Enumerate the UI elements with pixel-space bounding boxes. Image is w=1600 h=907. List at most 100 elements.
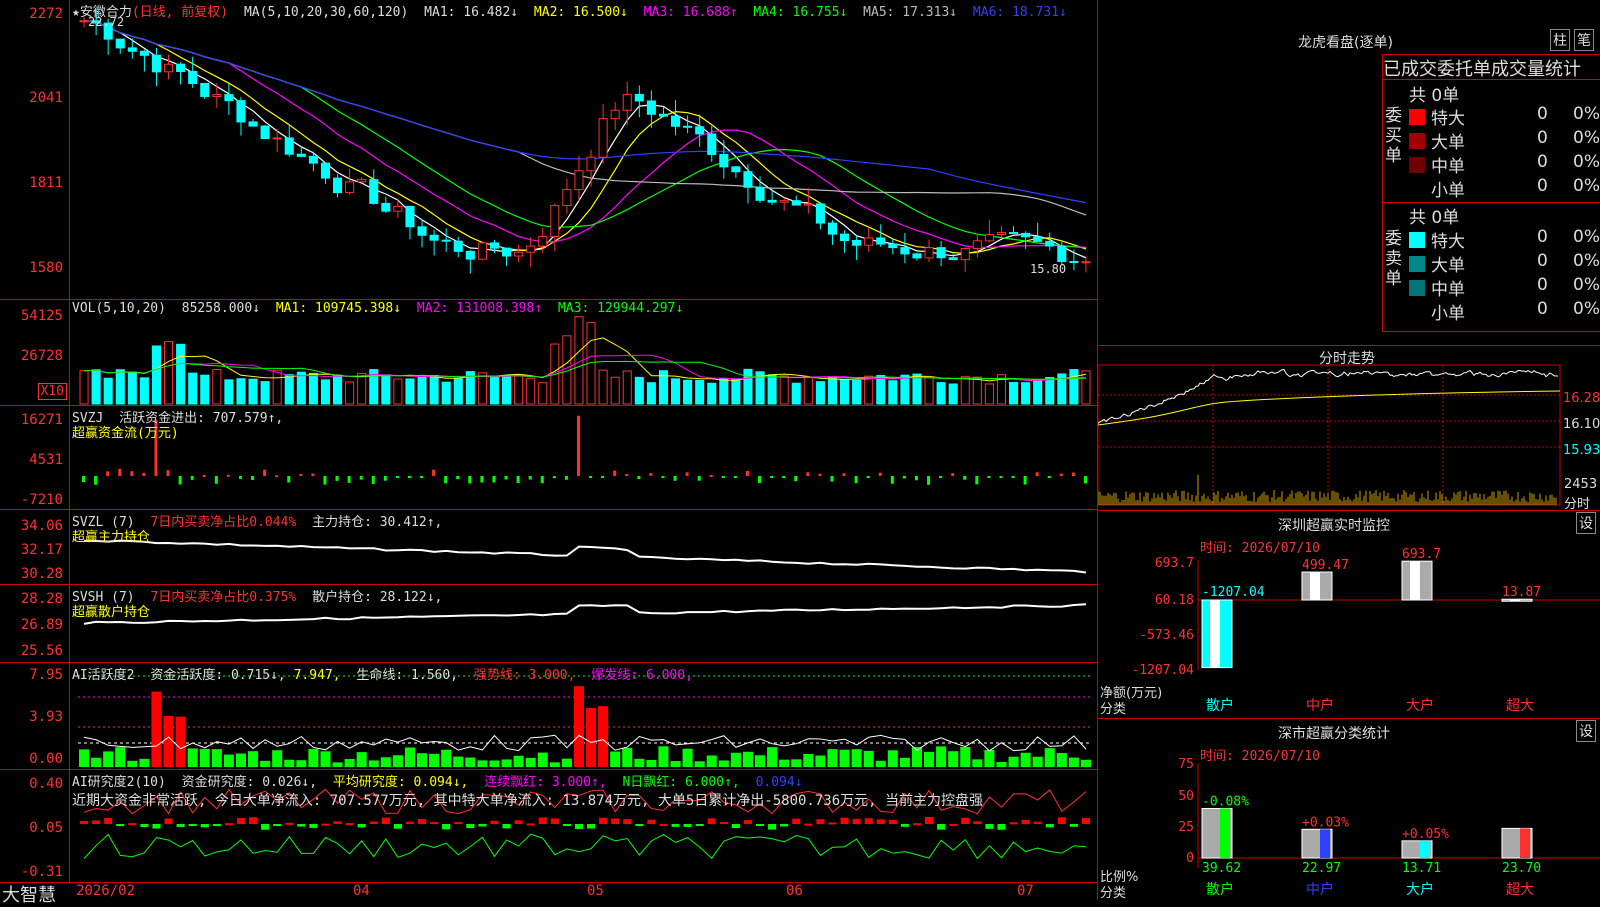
- candle-body: [441, 239, 451, 242]
- volume-bar: [164, 341, 174, 405]
- ai-activity-panel[interactable]: 7.95 3.93 0.00 AI活跃度2 资金活跃度: 0.715↓, 7.9…: [0, 663, 1098, 770]
- research-bar: [224, 823, 233, 826]
- ai1-value2: 7.947,: [293, 668, 341, 683]
- candle-body: [755, 186, 765, 201]
- flow-bar: [794, 476, 798, 482]
- flow-bar: [818, 473, 822, 476]
- research-bar: [743, 820, 752, 824]
- flow-bar: [649, 472, 653, 476]
- ai2-nred: N日飘红: 6.000↑,: [622, 775, 740, 790]
- activity-bar: [742, 751, 753, 767]
- activity-bar: [1056, 752, 1067, 767]
- volume-bar: [864, 375, 874, 405]
- intraday-panel[interactable]: 分时走势 16.28 16.10 15.93 2453 分时: [1098, 345, 1600, 512]
- flow-bar: [721, 476, 725, 478]
- research-bar: [768, 824, 777, 830]
- volume-bar: [598, 369, 608, 405]
- flow-bar: [999, 476, 1003, 478]
- lhb-subtitle: 已成交委托单成交量统计: [1383, 59, 1581, 80]
- research-bar: [526, 823, 535, 826]
- research-bar: [381, 817, 390, 824]
- candle-body: [972, 240, 982, 249]
- volume-bar: [984, 383, 994, 405]
- flow-bar: [1011, 476, 1015, 478]
- volume-bar: [489, 375, 499, 405]
- research-bar: [997, 824, 1006, 830]
- flow-bar: [226, 474, 230, 477]
- flow-bar: [1047, 476, 1051, 478]
- monitor-bar-highlight: [1410, 561, 1420, 600]
- activity-bar: [924, 751, 935, 767]
- price-panel[interactable]: 2272 2041 1811 1580 ★安徽合力(日线, 前复权) MA(5,…: [0, 0, 1098, 300]
- activity-bar: [489, 760, 500, 767]
- order-percent: 0%: [1573, 128, 1600, 148]
- svsh-panel[interactable]: 28.28 26.89 25.56 SVSH (7) 7日内买卖净占比0.375…: [0, 585, 1098, 663]
- intraday-chart[interactable]: [1098, 345, 1600, 510]
- research-bar: [249, 817, 258, 824]
- classify-bar-chart[interactable]: 75 50 25 0 -0.08% 39.62 散户 +0.03% 22.97 中户 +0.05% 1…: [1098, 718, 1600, 900]
- flow-bar: [142, 472, 146, 476]
- research-bar: [490, 820, 499, 824]
- candle-body: [1021, 232, 1031, 238]
- flow-bar: [480, 476, 484, 483]
- volume-bar: [948, 383, 958, 405]
- research-bar: [550, 818, 559, 824]
- research-bar: [925, 817, 934, 824]
- chart-mode[interactable]: (日线, 前复权): [132, 5, 228, 20]
- flow-bar: [1023, 476, 1027, 485]
- volume-panel[interactable]: 54125 26728 X10 VOL(5,10,20) 85258.000↓ …: [0, 300, 1098, 406]
- monitor-bar-chart[interactable]: 693.7 60.18 -573.46 -1207.04 -1207.04 散户 499.4…: [1098, 510, 1600, 718]
- bar-mode-button[interactable]: 柱: [1550, 29, 1570, 51]
- classify-panel[interactable]: 深市超赢分类统计 设 时间: 2026/07/10 75 50 25 0 -0.08% 3…: [1098, 718, 1600, 901]
- tick-mode-button[interactable]: 笔: [1574, 29, 1594, 51]
- chart-area[interactable]: 2272 2041 1811 1580 ★安徽合力(日线, 前复权) MA(5,…: [0, 0, 1098, 906]
- ma-line: [83, 20, 1087, 204]
- flow-bar: [504, 476, 508, 480]
- flow-bar: [251, 476, 255, 481]
- activity-bar: [851, 749, 862, 767]
- classify-tick: 0: [1186, 851, 1194, 866]
- candlestick-chart[interactable]: [0, 0, 1098, 300]
- order-percent: 0%: [1573, 227, 1600, 247]
- candle-body: [815, 203, 825, 224]
- candle-body: [1033, 236, 1043, 242]
- svzj-panel[interactable]: 16271 4531 -7210 SVZJ 活跃资金进出: 707.579↑, …: [0, 406, 1098, 510]
- research-bar: [478, 824, 487, 827]
- research-bar: [393, 824, 402, 829]
- candle-body: [791, 200, 801, 206]
- position-line: [83, 603, 1087, 625]
- candle-body: [912, 253, 922, 259]
- svzl-panel[interactable]: 34.06 32.17 30.28 SVZL (7) 7日内买卖净占比0.044…: [0, 510, 1098, 585]
- candle-body: [296, 153, 306, 157]
- candle-body: [127, 47, 137, 52]
- ai-research-panel[interactable]: 0.40 0.05 -0.31 AI研究度2(10) 资金研究度: 0.026↓…: [0, 770, 1098, 882]
- ma6-value: MA6: 18.731↓: [972, 5, 1067, 20]
- high-marker: 22.72: [88, 15, 125, 29]
- volume-bar: [514, 374, 524, 405]
- monitor-panel[interactable]: 深圳超赢实时监控 设 时间: 2026/07/10 693.7 60.18 -573…: [1098, 510, 1600, 719]
- activity-bar: [984, 749, 995, 767]
- research-bar: [273, 824, 282, 826]
- flow-bar: [1059, 473, 1063, 476]
- intraday-tick: 16.10: [1563, 417, 1600, 432]
- activity-bar: [525, 757, 536, 767]
- activity-bar: [368, 760, 379, 767]
- volume-bar: [1069, 369, 1079, 405]
- research-bar: [200, 824, 209, 828]
- position-line: [84, 539, 1087, 574]
- flow-bar: [263, 469, 267, 476]
- order-percent: 0%: [1573, 275, 1600, 295]
- flow-bar: [540, 476, 544, 484]
- activity-bar: [139, 758, 150, 767]
- lhb-title: 龙虎看盘(逐单): [1298, 35, 1393, 51]
- candle-body: [550, 205, 560, 237]
- research-bar: [937, 824, 946, 830]
- order-count: 0: [1537, 299, 1548, 319]
- volume-bar: [272, 369, 282, 405]
- flow-bar: [395, 476, 399, 478]
- activity-bar: [272, 750, 283, 767]
- date-label: 04: [353, 883, 370, 899]
- flow-bar: [178, 476, 182, 485]
- research-bar: [369, 821, 378, 824]
- candle-body: [634, 93, 644, 102]
